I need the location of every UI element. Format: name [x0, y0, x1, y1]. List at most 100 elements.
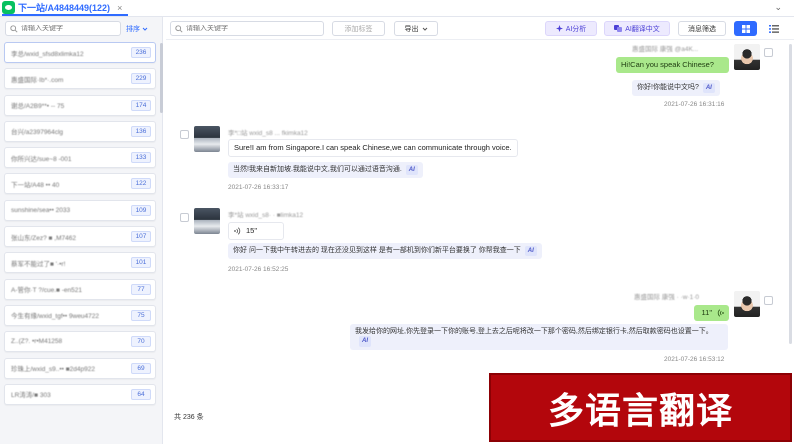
- translation-text: 我发给你的网址,你先登录一下你的账号,登上去之后呢将改一下那个密码,然后绑定银行…: [355, 328, 713, 335]
- contact-item[interactable]: 惠盛国际·Ib*·.com 229: [4, 68, 156, 90]
- card-view-button[interactable]: [734, 21, 757, 36]
- translate-icon: [614, 25, 623, 32]
- ai-translate-button[interactable]: AI翻译中文: [604, 21, 670, 36]
- message-count-badge: 136: [131, 125, 151, 137]
- message-checkbox[interactable]: [764, 48, 773, 57]
- tab-current-chat[interactable]: 下一站/A4848449(122) ×: [2, 1, 129, 16]
- contact-item[interactable]: 蔡军不能过了■ '·•r! 101: [4, 252, 156, 274]
- message-bubble[interactable]: Sure!I am from Singapore.I can speak Chi…: [228, 139, 518, 158]
- message-search[interactable]: [170, 21, 324, 36]
- voice-duration: 11": [701, 308, 712, 317]
- contact-item[interactable]: Z..(Z?. •r•M41258 70: [4, 331, 156, 353]
- message-count-badge: 101: [131, 257, 151, 269]
- tab-bar: 下一站/A4848449(122) × ⌄: [0, 0, 794, 17]
- message-filter-label: 消息筛选: [688, 25, 716, 33]
- tag-filter-select[interactable]: 添加标签: [332, 21, 385, 36]
- voice-message-bubble[interactable]: 11": [694, 305, 729, 322]
- contact-item[interactable]: 台兴/a2397964clg 136: [4, 120, 156, 142]
- contact-item[interactable]: A-管你·T ?/cue.■ -en521 77: [4, 278, 156, 300]
- message-count-badge: 109: [131, 204, 151, 216]
- translation-bubble: 我发给你的网址,你先登录一下你的账号,登上去之后呢将改一下那个密码,然后绑定银行…: [350, 324, 728, 350]
- message-timestamp: 2021-07-26 16:33:17: [228, 184, 289, 191]
- message-count-badge: 64: [131, 388, 151, 400]
- contact-item[interactable]: 今生有缘/wxid_tgf•• 9weu4722 75: [4, 304, 156, 326]
- avatar: [194, 208, 220, 234]
- contact-item[interactable]: sunshine/sea•• 2033 109: [4, 199, 156, 221]
- promo-banner: 多语言翻译: [489, 373, 792, 442]
- message-count-badge: 69: [131, 362, 151, 374]
- sender-name: 惠盛国际 康强 @a4K...: [632, 46, 699, 53]
- sort-button[interactable]: 排序: [126, 22, 148, 35]
- message-count-badge: 107: [131, 231, 151, 243]
- contact-name: A-管你·T ?/cue.■ -en521: [11, 287, 83, 295]
- contact-name: 今生有缘/wxid_tgf•• 9weu4722: [11, 313, 100, 321]
- contact-panel: 排序 李总/wxid_sfsd8xlimka12 236 惠盛国际·Ib*·.co…: [0, 17, 163, 444]
- translation-text: 你好 问一下我中午转进去的 现在还没见到这样 是有一部机到你们新平台要换了 你帮…: [233, 247, 521, 254]
- contact-name: 蔡军不能过了■ '·•r!: [11, 260, 66, 268]
- contact-name: 台兴/a2397964clg: [11, 129, 64, 137]
- close-icon[interactable]: ×: [117, 3, 122, 13]
- contact-item[interactable]: 谢总/A2B9**• -- 75 174: [4, 94, 156, 116]
- total-count: 共 236 条: [174, 414, 204, 421]
- ai-translation-tag: AI: [359, 336, 371, 347]
- contact-name: 下一站/A48 •• 40: [11, 181, 60, 189]
- chevron-down-icon[interactable]: ⌄: [774, 2, 782, 13]
- sparkle-icon: [555, 25, 563, 32]
- message-checkbox[interactable]: [180, 213, 189, 222]
- contact-list-scrollbar[interactable]: [160, 43, 163, 113]
- sort-label: 排序: [126, 25, 140, 33]
- contact-name: 珍珠上/wxid_s9..•• ■2d4p922: [11, 366, 95, 374]
- export-button[interactable]: 导出: [394, 21, 438, 36]
- message-count-badge: 75: [131, 309, 151, 321]
- message-bubble[interactable]: Hi!Can you speak Chinese?: [616, 57, 729, 74]
- voice-message-bubble[interactable]: 15": [228, 222, 284, 241]
- contact-item[interactable]: 李总/wxid_sfsd8xlimka12 236: [4, 42, 156, 63]
- message-timestamp: 2021-07-26 16:52:25: [228, 266, 289, 273]
- chevron-down-icon: [142, 27, 148, 31]
- sender-name: 李*站 wxid_s8· · ■limka12: [228, 212, 304, 219]
- ai-analyze-button[interactable]: AI分析: [545, 21, 597, 36]
- contact-item[interactable]: 你所兴达/sue~8 -001 133: [4, 147, 156, 169]
- tab-title: 下一站/A4848449(122): [18, 3, 111, 13]
- list-view-button[interactable]: [762, 21, 785, 36]
- contact-item[interactable]: 下一站/A48 •• 40 122: [4, 173, 156, 195]
- contact-item[interactable]: 珍珠上/wxid_s9..•• ■2d4p922 69: [4, 357, 156, 379]
- message-count-badge: 77: [131, 283, 151, 295]
- message-count-badge: 70: [131, 336, 151, 348]
- translation-bubble: 当然!我来自新加坡.我能说中文,我们可以通过语音沟通. AI: [228, 162, 423, 179]
- chat-toolbar: 添加标签 导出 AI分析 AI翻译中文 消息筛选: [166, 17, 794, 40]
- grid-icon: [741, 24, 750, 33]
- contact-item[interactable]: 张山东/Zez? ■ ,M7462 107: [4, 226, 156, 248]
- message-checkbox[interactable]: [180, 130, 189, 139]
- avatar: [734, 291, 760, 317]
- message-count-badge: 122: [131, 178, 151, 190]
- message-search-input[interactable]: [186, 25, 316, 32]
- export-label: 导出: [404, 25, 419, 33]
- voice-wave-icon: [717, 309, 724, 317]
- contact-name: 李总/wxid_sfsd8xlimka12: [11, 50, 84, 58]
- voice-wave-icon: [234, 227, 241, 235]
- message-filter-button[interactable]: 消息筛选: [678, 21, 726, 36]
- search-icon: [175, 24, 183, 33]
- ai-translation-tag: AI: [524, 246, 537, 257]
- contact-name: 你所兴达/sue~8 -001: [11, 155, 72, 163]
- ai-translation-tag: AI: [702, 83, 715, 94]
- message-count-badge: 133: [131, 152, 151, 164]
- contact-search-input[interactable]: [21, 25, 117, 32]
- contact-name: 谢总/A2B9**• -- 75: [11, 103, 65, 111]
- avatar: [734, 44, 760, 70]
- contact-search[interactable]: [5, 21, 121, 36]
- message-timestamp: 2021-07-26 16:31:16: [664, 101, 725, 108]
- message-count-badge: 229: [131, 73, 151, 85]
- sender-name: 惠盛国际 康强 · ·w·1·0: [634, 294, 699, 301]
- search-icon: [10, 24, 18, 33]
- ai-analyze-label: AI分析: [565, 25, 587, 33]
- contact-item[interactable]: LR涛涛/■ 303 64: [4, 383, 156, 405]
- message-checkbox[interactable]: [764, 296, 773, 305]
- list-icon: [768, 24, 779, 33]
- voice-duration: 15": [246, 226, 258, 235]
- translation-text: 当然!我来自新加坡.我能说中文,我们可以通过语音沟通.: [233, 166, 402, 173]
- contact-name: Z..(Z?. •r•M41258: [11, 338, 63, 346]
- sender-name: 李*□站 wxid_s8 ... fkimka12: [228, 130, 308, 137]
- chat-scrollbar[interactable]: [789, 44, 792, 344]
